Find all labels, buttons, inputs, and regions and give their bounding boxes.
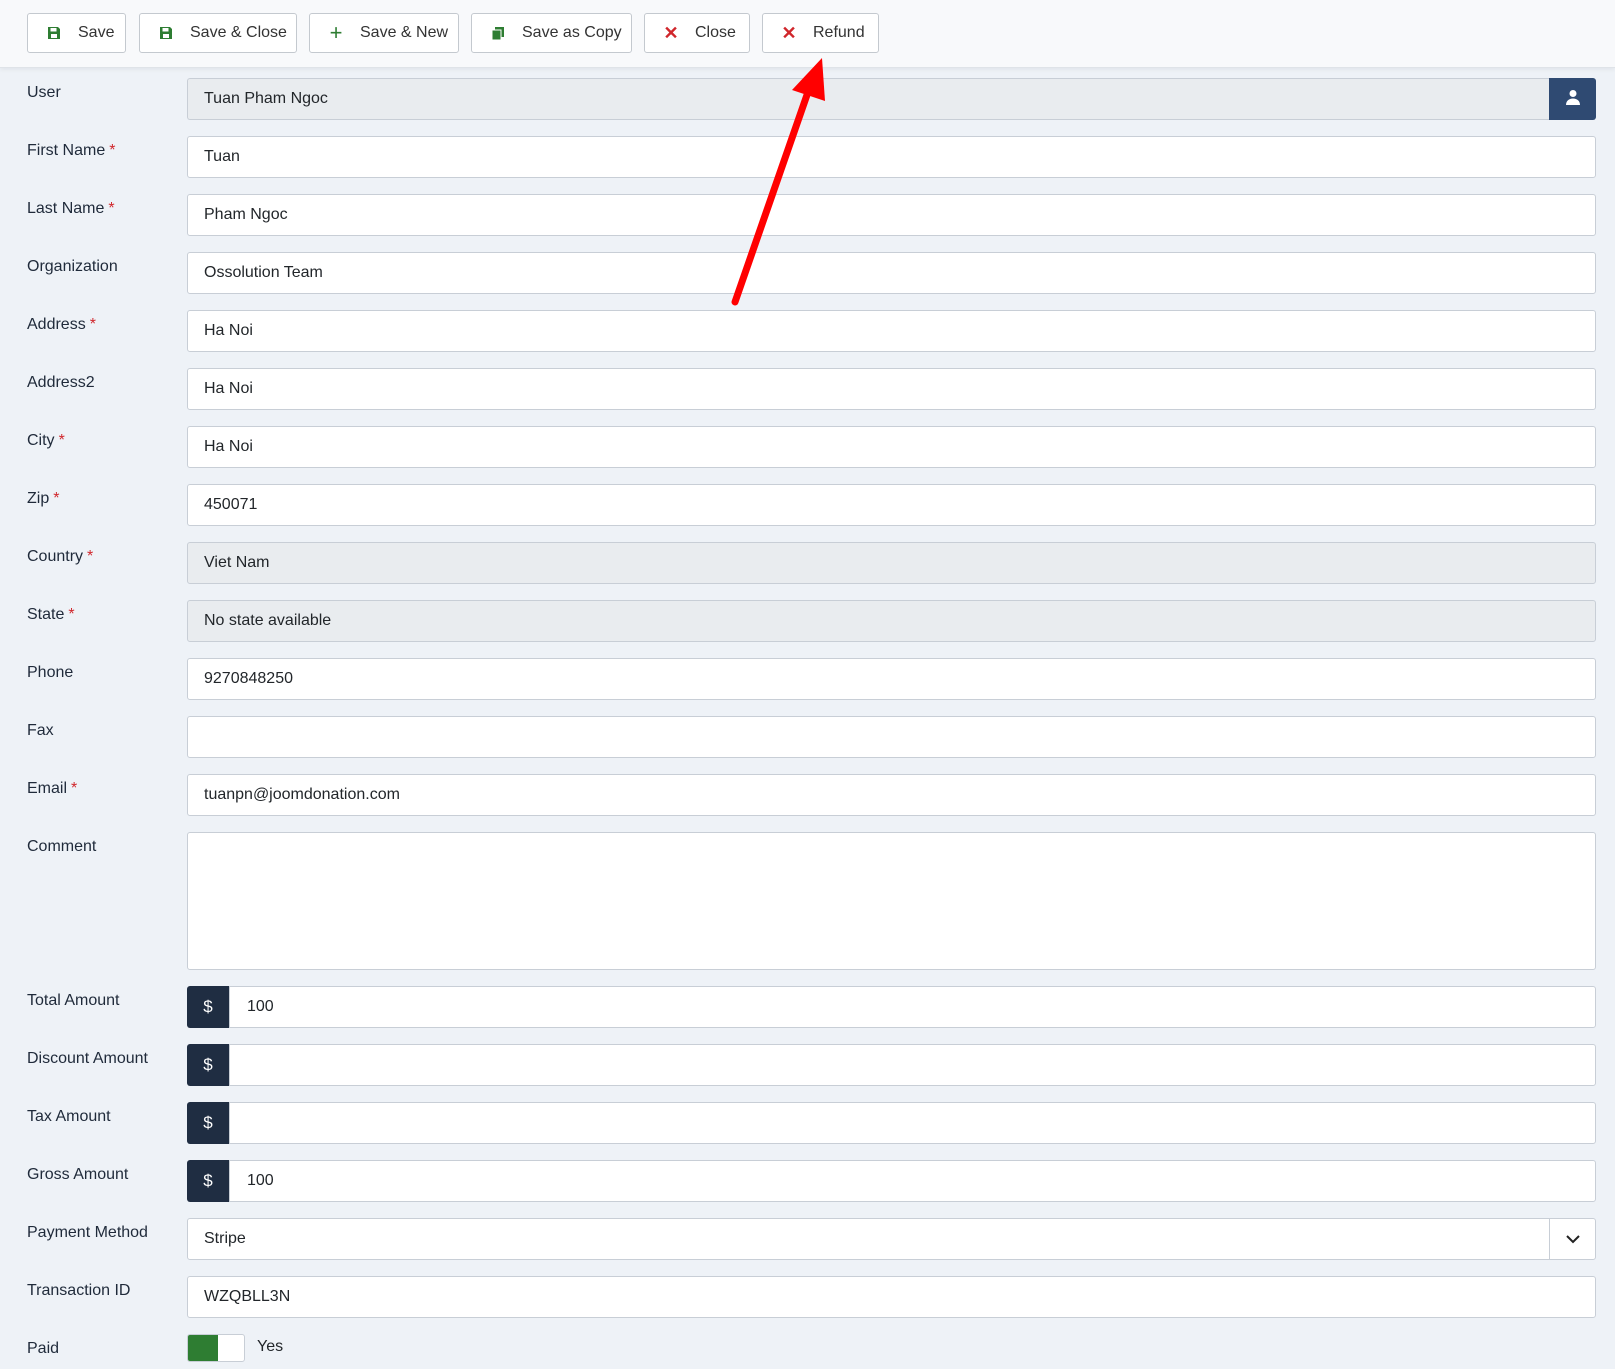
tax-amount-label: Tax Amount xyxy=(27,1108,111,1125)
payment-method-select[interactable]: Stripe xyxy=(187,1218,1596,1260)
required-mark: * xyxy=(109,142,116,159)
discount-amount-input[interactable] xyxy=(229,1044,1596,1086)
select-user-button[interactable] xyxy=(1549,78,1596,120)
address2-label: Address2 xyxy=(27,374,95,391)
city-input[interactable]: Ha Noi xyxy=(187,426,1596,468)
gross-amount-input[interactable]: 100 xyxy=(229,1160,1596,1202)
currency-prefix: $ xyxy=(187,1102,229,1144)
transaction-id-label: Transaction ID xyxy=(27,1282,131,1299)
state-label: State * xyxy=(27,606,75,623)
plus-icon: + xyxy=(329,20,343,45)
required-mark: * xyxy=(68,606,75,623)
fax-label: Fax xyxy=(27,722,54,739)
required-mark: * xyxy=(58,432,65,449)
fax-input[interactable] xyxy=(187,716,1596,758)
organization-input[interactable]: Ossolution Team xyxy=(187,252,1596,294)
save-close-button[interactable]: Save & Close xyxy=(139,13,297,53)
country-label: Country * xyxy=(27,548,94,565)
phone-input[interactable]: 9270848250 xyxy=(187,658,1596,700)
comment-label: Comment xyxy=(27,838,97,855)
gross-amount-label: Gross Amount xyxy=(27,1166,129,1183)
required-mark: * xyxy=(108,200,115,217)
discount-amount-label: Discount Amount xyxy=(27,1050,148,1067)
close-icon: ✕ xyxy=(663,22,679,43)
state-select[interactable]: No state available xyxy=(187,600,1596,642)
email-label: Email * xyxy=(27,780,78,797)
required-mark: * xyxy=(89,316,96,333)
required-mark: * xyxy=(71,780,78,797)
user-icon xyxy=(1565,89,1580,110)
last-name-label: Last Name * xyxy=(27,200,115,217)
required-mark: * xyxy=(53,490,60,507)
paid-label: Paid xyxy=(27,1340,60,1357)
organization-label: Organization xyxy=(27,258,118,275)
currency-prefix: $ xyxy=(187,986,229,1028)
toggle-on-indicator xyxy=(188,1335,218,1361)
close-icon: ✕ xyxy=(781,22,797,43)
save-button[interactable]: Save xyxy=(27,13,126,53)
save-new-button[interactable]: + Save & New xyxy=(309,13,459,53)
close-button[interactable]: ✕ Close xyxy=(644,13,750,53)
zip-input[interactable]: 450071 xyxy=(187,484,1596,526)
phone-label: Phone xyxy=(27,664,74,681)
currency-prefix: $ xyxy=(187,1044,229,1086)
comment-textarea[interactable] xyxy=(187,832,1596,970)
transaction-id-input[interactable]: WZQBLL3N xyxy=(187,1276,1596,1318)
user-label: User xyxy=(27,84,61,101)
first-name-input[interactable]: Tuan xyxy=(187,136,1596,178)
refund-button[interactable]: ✕ Refund xyxy=(762,13,879,53)
toolbar: Save Save & Close + Save & New Save as C… xyxy=(0,0,1615,68)
email-input[interactable]: tuanpn@joomdonation.com xyxy=(187,774,1596,816)
country-select[interactable]: Viet Nam xyxy=(187,542,1596,584)
required-mark: * xyxy=(87,548,94,565)
floppy-disk-icon xyxy=(46,25,62,41)
copy-icon xyxy=(490,25,506,41)
chevron-down-icon xyxy=(1549,1219,1595,1259)
address-input[interactable]: Ha Noi xyxy=(187,310,1596,352)
last-name-input[interactable]: Pham Ngoc xyxy=(187,194,1596,236)
city-label: City * xyxy=(27,432,65,449)
total-amount-input[interactable]: 100 xyxy=(229,986,1596,1028)
tax-amount-input[interactable] xyxy=(229,1102,1596,1144)
address-label: Address * xyxy=(27,316,96,333)
user-field: Tuan Pham Ngoc xyxy=(187,78,1549,120)
total-amount-label: Total Amount xyxy=(27,992,120,1009)
payment-method-label: Payment Method xyxy=(27,1224,148,1241)
paid-toggle[interactable] xyxy=(187,1334,245,1362)
currency-prefix: $ xyxy=(187,1160,229,1202)
address2-input[interactable]: Ha Noi xyxy=(187,368,1596,410)
floppy-disk-icon xyxy=(158,25,174,41)
save-as-copy-button[interactable]: Save as Copy xyxy=(471,13,632,53)
paid-value: Yes xyxy=(257,1338,284,1355)
zip-label: Zip * xyxy=(27,490,60,507)
first-name-label: First Name * xyxy=(27,142,116,159)
